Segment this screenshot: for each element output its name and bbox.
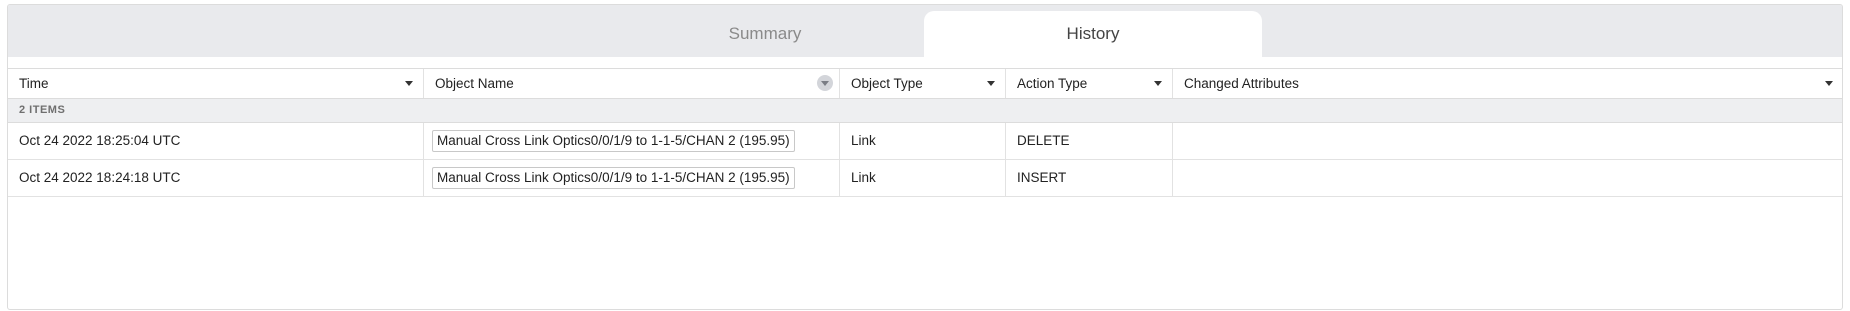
column-label: Object Type (851, 76, 923, 91)
column-header-changed-attributes[interactable]: Changed Attributes (1173, 69, 1842, 98)
time-cell: Oct 24 2022 18:24:18 UTC (19, 170, 181, 185)
table-row[interactable]: Oct 24 2022 18:24:18 UTC Manual Cross Li… (8, 160, 1842, 197)
tab-history[interactable]: History (924, 11, 1262, 57)
column-header-object-type[interactable]: Object Type (840, 69, 1006, 98)
tab-summary[interactable]: Summary (596, 11, 934, 57)
object-type-cell: Link (851, 170, 876, 185)
history-table: Time Object Name Object Type Action Type… (8, 68, 1842, 197)
column-label: Action Type (1017, 76, 1088, 91)
caret-down-icon[interactable] (987, 81, 995, 86)
object-type-cell: Link (851, 133, 876, 148)
object-name-link[interactable]: Manual Cross Link Optics0/0/1/9 to 1-1-5… (432, 130, 795, 152)
column-label: Time (19, 76, 49, 91)
tab-bar: Summary History (8, 5, 1842, 57)
time-cell: Oct 24 2022 18:25:04 UTC (19, 133, 181, 148)
column-label: Object Name (435, 76, 514, 91)
table-row[interactable]: Oct 24 2022 18:25:04 UTC Manual Cross Li… (8, 123, 1842, 160)
action-type-cell: INSERT (1017, 170, 1067, 185)
action-type-cell: DELETE (1017, 133, 1070, 148)
history-panel: Summary History Time Object Name Object … (7, 4, 1843, 310)
column-header-action-type[interactable]: Action Type (1006, 69, 1173, 98)
caret-down-icon[interactable] (1154, 81, 1162, 86)
sort-circle-icon[interactable] (817, 75, 833, 91)
column-label: Changed Attributes (1184, 76, 1299, 91)
group-header: 2 ITEMS (8, 99, 1842, 123)
object-name-link[interactable]: Manual Cross Link Optics0/0/1/9 to 1-1-5… (432, 167, 795, 189)
column-header-time[interactable]: Time (8, 69, 424, 98)
caret-down-icon[interactable] (405, 81, 413, 86)
table-header: Time Object Name Object Type Action Type… (8, 68, 1842, 99)
column-header-object-name[interactable]: Object Name (424, 69, 840, 98)
caret-down-icon[interactable] (1825, 81, 1833, 86)
